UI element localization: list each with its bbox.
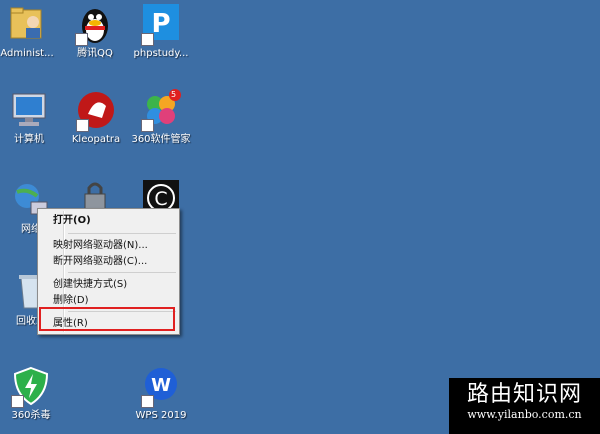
svg-text:W: W — [151, 375, 171, 396]
desktop-icon-label: 360杀毒 — [11, 410, 51, 421]
properties-highlight-box — [39, 307, 175, 331]
menu-item-map-network-drive[interactable]: 映射网络驱动器(N)... — [53, 238, 177, 254]
desktop-icon-computer[interactable]: 计算机 — [0, 88, 64, 146]
desktop-icon-label: phpstudy... — [133, 48, 189, 59]
menu-separator — [68, 233, 176, 234]
watermark-url: www.yilanbo.com.cn — [467, 408, 582, 421]
360-software-manager-icon: 5 — [139, 88, 183, 132]
wps-icon: W — [139, 364, 183, 408]
desktop-icon-phpstudy[interactable]: P phpstudy... — [126, 2, 196, 60]
watermark-title: 路由知识网 — [466, 382, 582, 407]
menu-item-open[interactable]: 打开(O) — [53, 213, 177, 229]
menu-item-create-shortcut[interactable]: 创建快捷方式(S) — [53, 277, 177, 293]
phpstudy-icon: P — [139, 2, 183, 46]
desktop-icon-label: 计算机 — [14, 134, 44, 145]
desktop-icon-360-antivirus[interactable]: 360杀毒 — [0, 364, 66, 422]
shortcut-arrow-icon — [76, 119, 89, 132]
shortcut-arrow-icon — [141, 33, 154, 46]
desktop-icon-360-software-manager[interactable]: 5 360软件管家 — [126, 88, 196, 146]
watermark: 路由知识网 www.yilanbo.com.cn — [449, 378, 600, 434]
qq-penguin-icon — [73, 2, 117, 46]
notification-badge: 5 — [171, 90, 177, 99]
shortcut-arrow-icon — [11, 395, 24, 408]
svg-text:P: P — [151, 9, 170, 39]
desktop-icon-qq[interactable]: 腾讯QQ — [60, 2, 130, 60]
desktop-icon-label: 腾讯QQ — [77, 48, 113, 59]
shortcut-arrow-icon — [75, 33, 88, 46]
desktop-icon-administrator[interactable]: Administ... — [0, 2, 62, 60]
desktop-icon-wps[interactable]: W WPS 2019 — [126, 364, 196, 422]
desktop-icon-kleopatra[interactable]: Kleopatra — [61, 88, 131, 146]
desktop-icon-label: Administ... — [0, 48, 54, 59]
shortcut-arrow-icon — [141, 119, 154, 132]
desktop-icon-label: WPS 2019 — [135, 410, 187, 421]
360-antivirus-icon — [9, 364, 53, 408]
shortcut-arrow-icon — [141, 395, 154, 408]
menu-separator — [68, 272, 176, 273]
computer-icon — [7, 88, 51, 132]
user-folder-icon — [5, 2, 49, 46]
kleopatra-icon — [74, 88, 118, 132]
desktop-icon-label: Kleopatra — [71, 134, 121, 145]
svg-text:C: C — [154, 188, 167, 210]
menu-item-disconnect-network-drive[interactable]: 断开网络驱动器(C)... — [53, 254, 177, 270]
desktop-icon-label: 360软件管家 — [131, 134, 191, 145]
